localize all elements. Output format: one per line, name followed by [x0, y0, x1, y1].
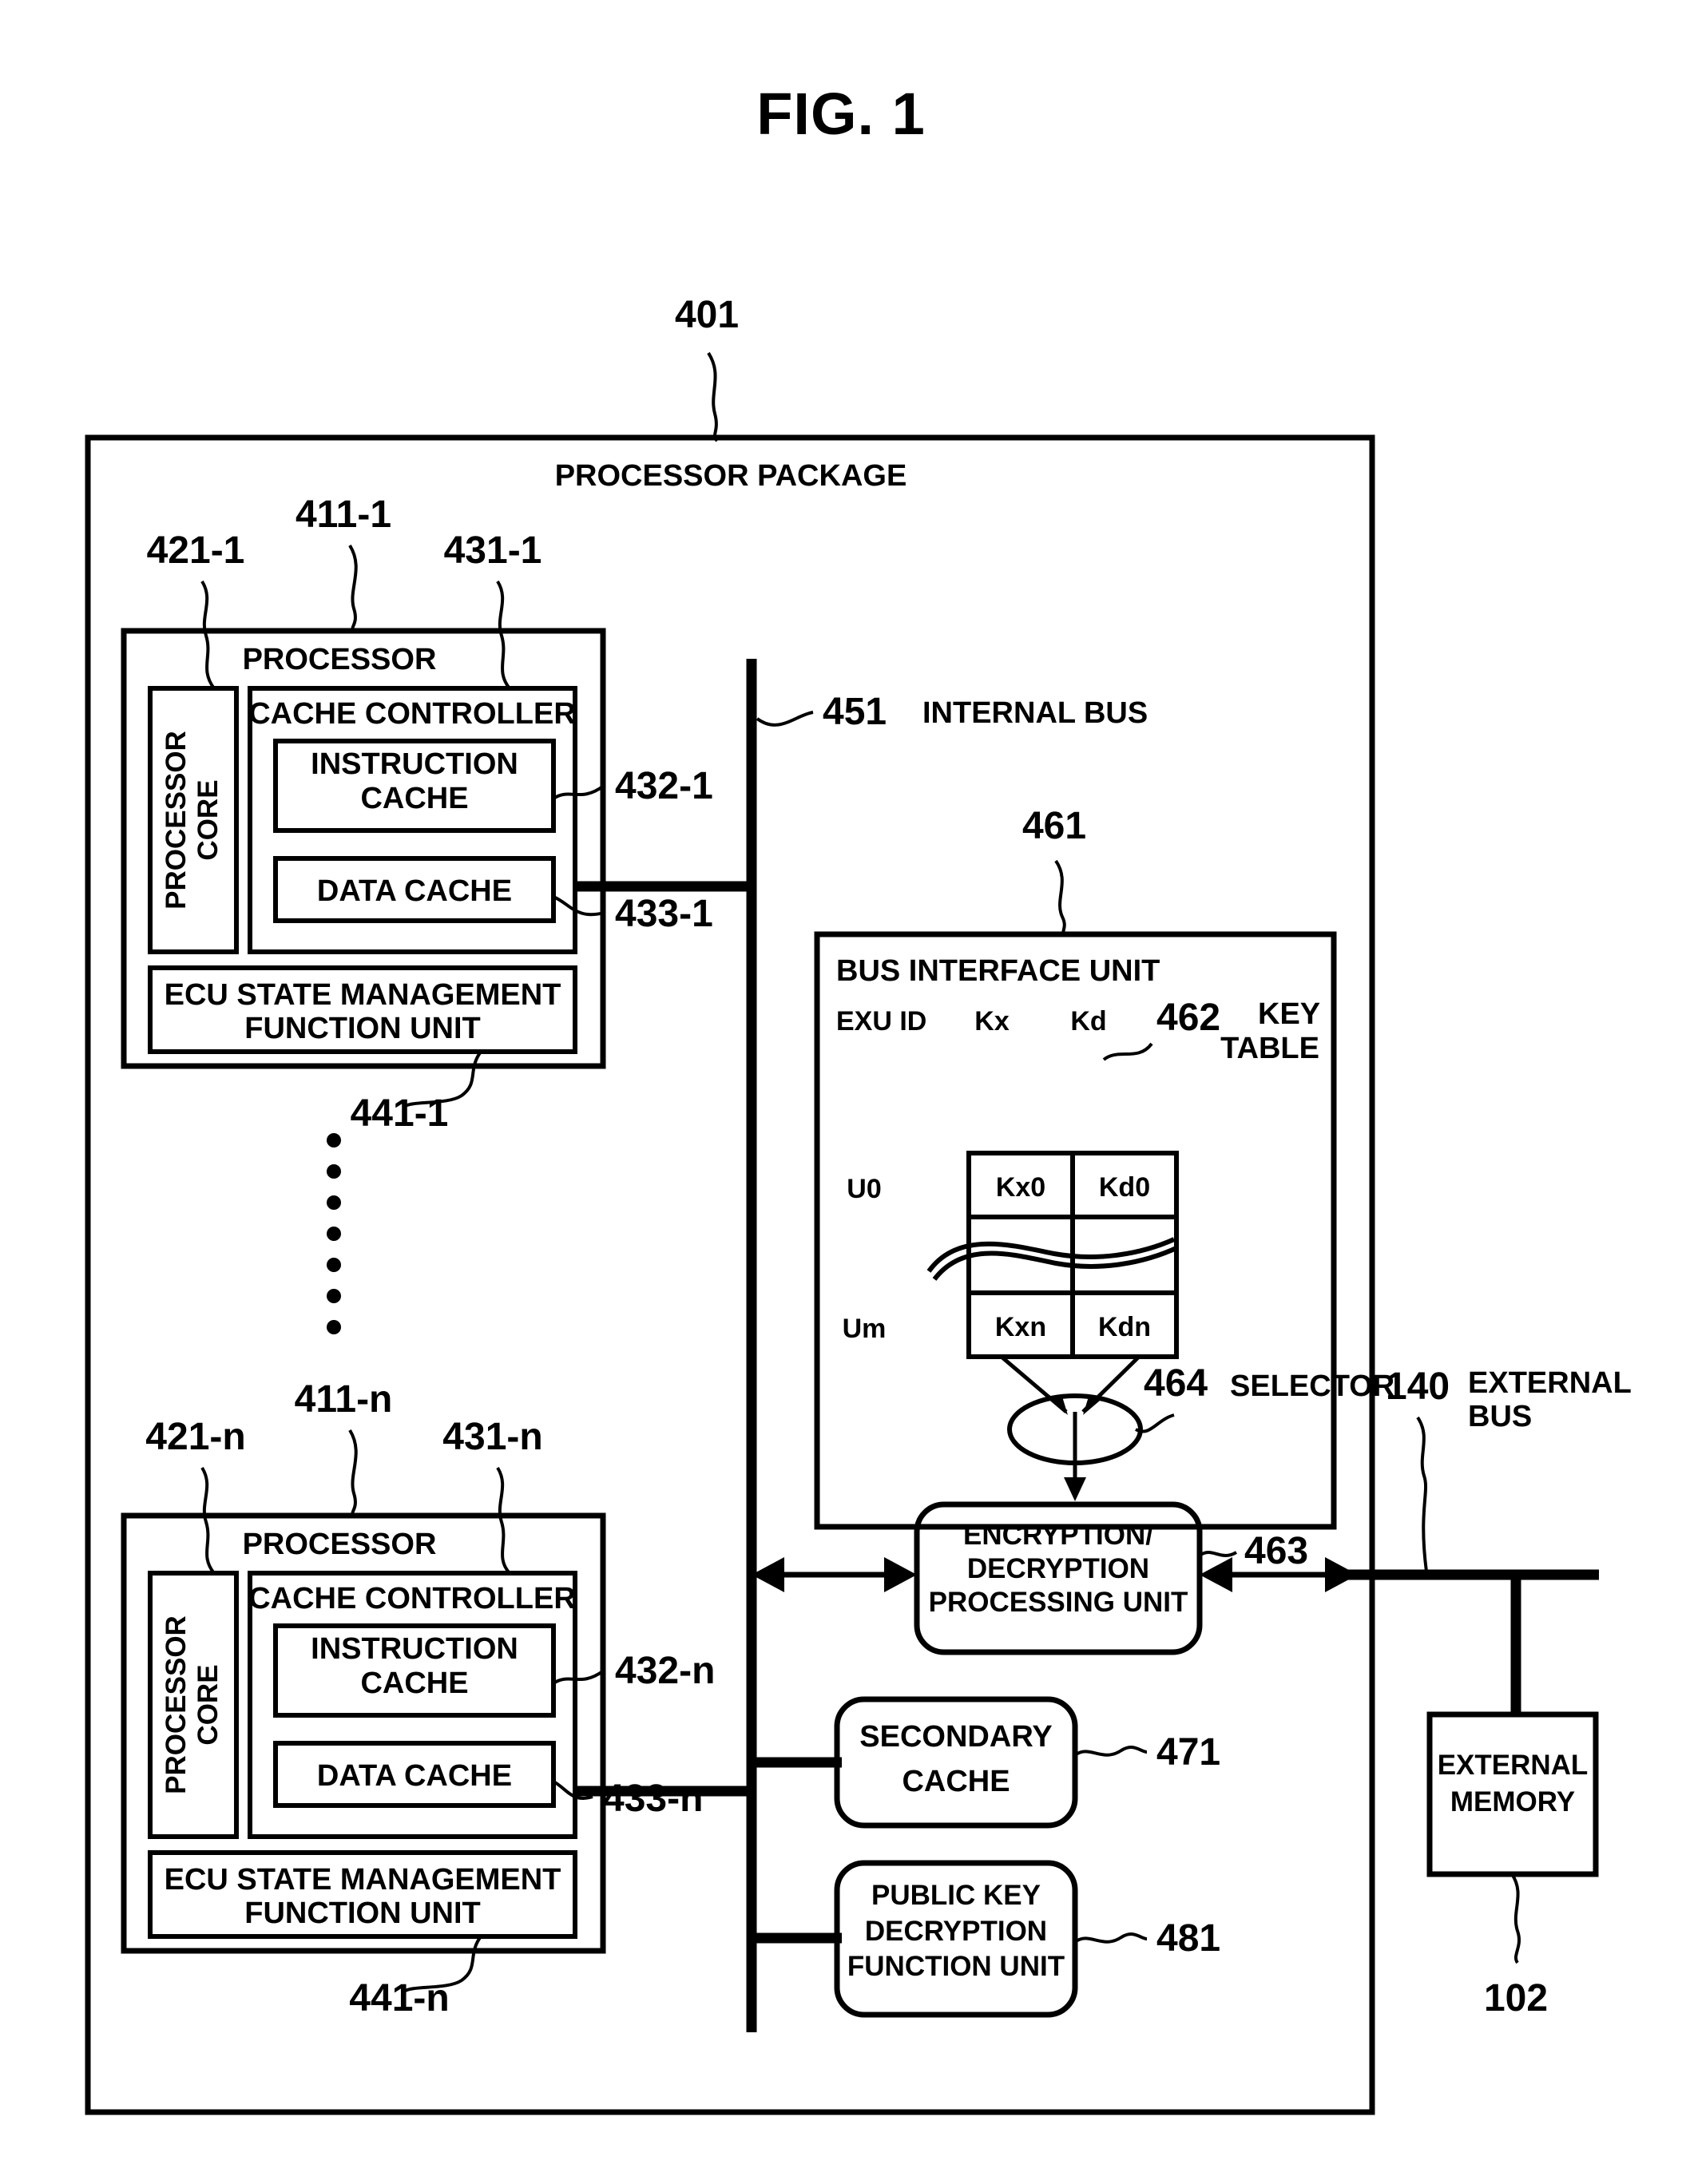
- leader-431-1: [496, 580, 511, 690]
- ref-481: 481: [1156, 1917, 1220, 1960]
- leader-102: [1510, 1873, 1521, 1964]
- public-key-unit-line1: PUBLIC KEY: [871, 1880, 1041, 1911]
- crypto-unit-line1: ENCRYPTION/: [963, 1520, 1153, 1551]
- leader-451: [756, 711, 814, 727]
- external-memory-line2: MEMORY: [1450, 1786, 1575, 1817]
- processor-1-instruction-cache-line1: INSTRUCTION: [311, 747, 518, 781]
- ref-431-1: 431-1: [444, 529, 542, 572]
- leader-421-1: [200, 580, 216, 690]
- bus-interface-unit-label: BUS INTERFACE UNIT: [836, 954, 1160, 988]
- ref-462: 462: [1156, 997, 1220, 1039]
- leader-432-1: [552, 784, 605, 800]
- ref-433-1: 433-1: [615, 893, 713, 935]
- public-key-unit-line3: FUNCTION UNIT: [847, 1951, 1065, 1982]
- processor-n-label: PROCESSOR: [243, 1528, 437, 1561]
- selector-label: SELECTOR: [1230, 1369, 1394, 1403]
- external-bus-label-line1: EXTERNAL: [1468, 1366, 1632, 1400]
- processor-block-1: PROCESSOR PROCESSOR CORE CACHE CONTROLLE…: [121, 628, 606, 1069]
- key-table-label-line2: TABLE: [1220, 1032, 1319, 1065]
- ref-421-1: 421-1: [147, 529, 245, 572]
- leader-433-1: [553, 895, 605, 917]
- key-table-row-1-id: Um: [843, 1314, 887, 1344]
- key-table-header-exu-id: EXU ID: [836, 1006, 926, 1037]
- processor-n-instruction-cache-line1: INSTRUCTION: [311, 1632, 518, 1666]
- processor-n-core-label-line2: CORE: [192, 1664, 224, 1745]
- crypto-unit-line3: PROCESSING UNIT: [929, 1587, 1188, 1618]
- processor-n-data-cache-label: DATA CACHE: [317, 1759, 512, 1793]
- processor-n-ecu-line2: FUNCTION UNIT: [244, 1897, 481, 1930]
- processor-1-data-cache-label: DATA CACHE: [317, 874, 512, 908]
- key-table-header-kd: Kd: [1070, 1006, 1106, 1037]
- figure-title: FIG. 1: [756, 81, 926, 147]
- ref-401: 401: [675, 294, 739, 336]
- public-key-unit-line2: DECRYPTION: [865, 1916, 1047, 1947]
- secondary-cache-box: [834, 1696, 1078, 1829]
- ref-421-n: 421-n: [145, 1416, 245, 1458]
- ref-432-1: 432-1: [615, 765, 713, 807]
- processor-1-cache-controller-label: CACHE CONTROLLER: [248, 697, 576, 731]
- ref-461: 461: [1022, 805, 1086, 847]
- key-table-header-kx: Kx: [974, 1006, 1010, 1037]
- ref-140: 140: [1386, 1365, 1450, 1408]
- processor-1-ecu-line2: FUNCTION UNIT: [244, 1012, 481, 1045]
- external-bus-label-line2: BUS: [1468, 1400, 1532, 1433]
- key-table-row-0-id: U0: [847, 1174, 881, 1204]
- selector-symbol: [1001, 1356, 1143, 1501]
- ref-451: 451: [823, 691, 887, 733]
- ref-441-1: 441-1: [351, 1092, 449, 1135]
- ref-411-1: 411-1: [296, 493, 391, 536]
- internal-bus-label: INTERNAL BUS: [922, 696, 1148, 730]
- processor-n-ecu-line1: ECU STATE MANAGEMENT: [165, 1863, 561, 1897]
- secondary-cache-line2: CACHE: [902, 1765, 1010, 1798]
- key-table-row-0-kx: Kx0: [996, 1172, 1045, 1203]
- key-table-row-1-kx: Kxn: [995, 1312, 1046, 1342]
- leader-431-n: [496, 1466, 511, 1575]
- leader-462: [1102, 1042, 1153, 1061]
- internal-bus-crypto-arrow: [752, 1557, 917, 1592]
- key-table-row-0-kd: Kd0: [1099, 1172, 1150, 1203]
- leader-481: [1073, 1932, 1148, 1944]
- processor-package-label: PROCESSOR PACKAGE: [555, 459, 907, 493]
- ref-411-n: 411-n: [295, 1378, 393, 1421]
- leader-471: [1073, 1746, 1148, 1757]
- leader-401: [707, 351, 719, 442]
- leader-140: [1416, 1416, 1428, 1572]
- processor-n-cache-controller-label: CACHE CONTROLLER: [248, 1582, 576, 1615]
- crypto-unit-line2: DECRYPTION: [967, 1553, 1149, 1584]
- key-table-row-1-kd: Kdn: [1098, 1312, 1151, 1342]
- ref-433-n: 433-n: [603, 1778, 703, 1820]
- secondary-cache-line1: SECONDARY: [859, 1720, 1052, 1754]
- external-memory-line1: EXTERNAL: [1438, 1750, 1589, 1781]
- ref-431-n: 431-n: [442, 1416, 542, 1458]
- processor-n-instruction-cache-line2: CACHE: [360, 1667, 468, 1700]
- ref-441-n: 441-n: [349, 1977, 449, 2020]
- processor-list-ellipsis: [327, 1133, 341, 1334]
- key-table-label-line1: KEY: [1258, 997, 1320, 1031]
- ref-464: 464: [1144, 1362, 1208, 1405]
- leader-463: [1198, 1551, 1238, 1557]
- processor-1-ecu-line1: ECU STATE MANAGEMENT: [165, 978, 561, 1012]
- processor-1-instruction-cache-line2: CACHE: [360, 782, 468, 815]
- ref-463: 463: [1244, 1530, 1308, 1572]
- leader-411-n: [348, 1429, 358, 1517]
- leader-432-n: [552, 1669, 605, 1685]
- processor-1-label: PROCESSOR: [243, 643, 437, 676]
- leader-461: [1054, 859, 1066, 936]
- processor-1-core-label-line1: PROCESSOR: [161, 731, 192, 910]
- ref-102: 102: [1484, 1977, 1548, 2020]
- ref-432-n: 432-n: [615, 1650, 715, 1692]
- processor-block-n: PROCESSOR PROCESSOR CORE CACHE CONTROLLE…: [121, 1512, 606, 1954]
- leader-411-1: [348, 544, 358, 632]
- ref-471: 471: [1156, 1731, 1220, 1774]
- processor-n-core-label-line1: PROCESSOR: [161, 1615, 192, 1794]
- processor-1-core-label-line2: CORE: [192, 779, 224, 860]
- leader-421-n: [200, 1466, 216, 1575]
